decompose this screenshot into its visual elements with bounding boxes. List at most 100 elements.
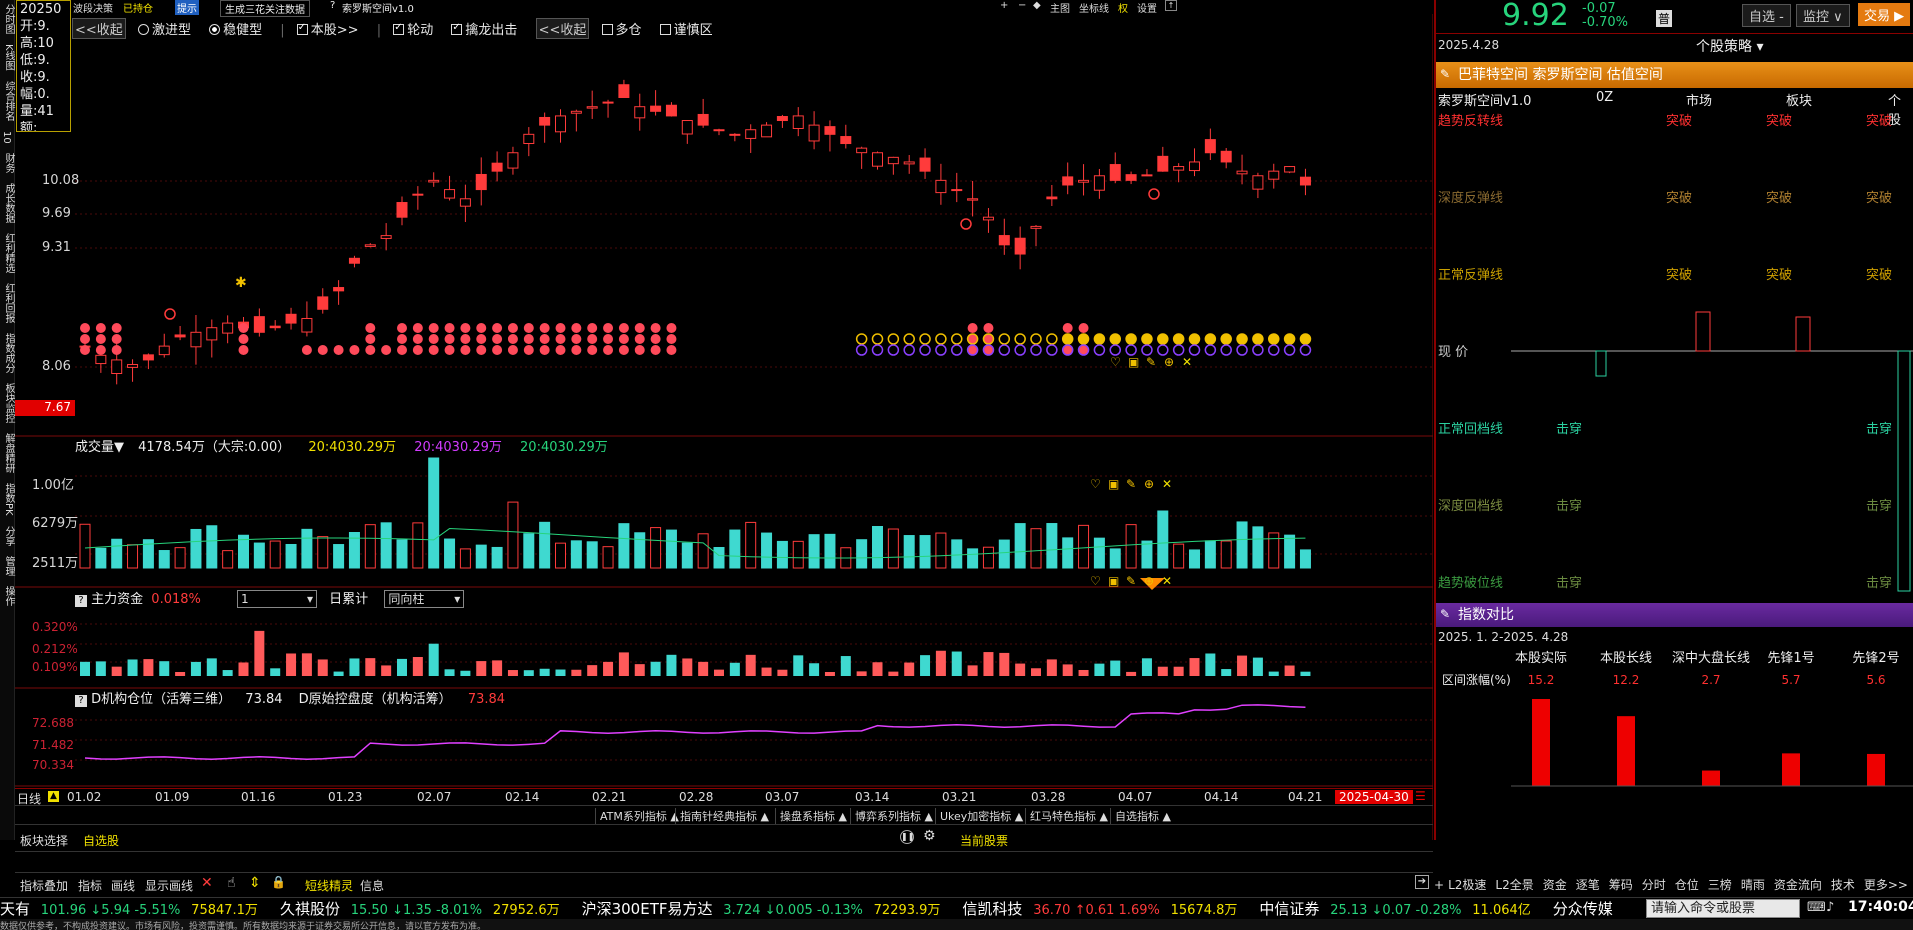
sidebar-item-8[interactable]: 指数成分 <box>1 333 16 373</box>
hand-icon[interactable]: ☝ <box>227 875 236 891</box>
rights-button[interactable]: 权 <box>1118 0 1128 15</box>
sidebar-item-2[interactable]: 综合排名 <box>1 81 16 121</box>
ticker-item[interactable]: 久祺股份 15.50 ↓1.35 -8.01% 27952.6万 <box>280 900 566 918</box>
indicator-tab[interactable]: Ukey加密指标 ▲ <box>935 808 1023 824</box>
monitor-button[interactable]: 监控 ∨ <box>1796 4 1850 27</box>
delete-icon[interactable]: ✕ <box>201 875 213 891</box>
strategy-cell: 突破 <box>1666 113 1692 129</box>
indicator-tab[interactable]: 自选指标 ▲ <box>1110 808 1171 824</box>
minus-icon[interactable]: − <box>1018 0 1026 11</box>
strategy-bar <box>1897 350 1911 592</box>
command-input[interactable]: 请输入命令或股票 <box>1646 899 1800 918</box>
ticker-item[interactable]: 天有 101.96 ↓5.94 -5.51% 75847.1万 <box>0 900 264 918</box>
sidebar-item-12[interactable]: 分享 <box>1 526 16 546</box>
sidebar-item-3[interactable]: 10 <box>1 131 12 144</box>
maximize-icon[interactable]: ↑ <box>1165 0 1177 11</box>
l2-tab[interactable]: 仓位 <box>1675 878 1699 892</box>
sound-icon[interactable]: ♪ <box>1826 900 1834 915</box>
coord-line-button[interactable]: 坐标线 <box>1079 0 1109 15</box>
ticker-item[interactable]: 信凯科技 36.70 ↑0.61 1.69% 15674.8万 <box>962 900 1243 918</box>
l2-tab[interactable]: 技术 <box>1831 878 1855 892</box>
l2-tab[interactable]: 更多>> <box>1864 878 1908 892</box>
sidebar-item-1[interactable]: K线图 <box>1 44 16 71</box>
help-icon[interactable]: ? <box>75 695 87 707</box>
signal-dot <box>634 323 645 333</box>
sidebar-item-9[interactable]: 板块监控 <box>1 383 16 423</box>
sidebar-item-4[interactable]: 财务 <box>1 153 16 173</box>
compare-value: 5.6 <box>1866 673 1885 687</box>
main-chart-button[interactable]: 主图 <box>1050 0 1070 15</box>
l2-tab[interactable]: 三榜 <box>1708 878 1732 892</box>
chart-area[interactable]: ✱ ♡ ▣ ✎ ⊕ ✕ ♡ ▣ ✎ ⊕ ✕ ♡ ▣ ✎ ⊕ ✕ <box>15 14 1433 840</box>
add-icon[interactable]: + <box>1000 0 1008 11</box>
gear-icon[interactable]: ⚙ <box>923 828 936 844</box>
arrow-right-icon[interactable]: ➔ <box>1415 875 1429 889</box>
indicator-overlay-button[interactable]: 指标叠加 <box>20 877 68 894</box>
help-icon[interactable]: ? <box>75 595 87 607</box>
edit-icon[interactable]: ✎ <box>1440 67 1450 81</box>
l2-tab[interactable]: 分时 <box>1642 878 1666 892</box>
ticker-item[interactable]: 中信证券 25.13 ↓0.07 -0.28% 11.064亿 <box>1259 900 1536 918</box>
indicator-tab[interactable]: 操盘系指标 ▲ <box>775 808 847 824</box>
indicator-button[interactable]: 指标 <box>78 877 102 894</box>
sidebar-item-7[interactable]: 红利回报 <box>1 283 16 323</box>
signal-dot <box>650 334 661 344</box>
add-watchlist-button[interactable]: 自选 - <box>1742 4 1791 27</box>
block-select-label[interactable]: 板块选择 <box>20 832 68 849</box>
indicator-tab[interactable]: ATM系列指标 ▲ <box>595 808 679 824</box>
hint-badge[interactable]: 提示 <box>175 0 199 15</box>
short-line-elf-tab[interactable]: 短线精灵 <box>305 877 353 894</box>
capital-style-select[interactable]: 同向柱 <box>384 590 465 608</box>
plus-icon[interactable]: + <box>1434 878 1444 892</box>
l2-tab[interactable]: 逐笔 <box>1576 878 1600 892</box>
info-tab[interactable]: 信息 <box>360 877 384 894</box>
signal-dot <box>967 323 978 333</box>
sidebar-item-6[interactable]: 红利精选 <box>1 233 16 273</box>
ticker-item[interactable]: 分众传媒 <box>1553 900 1631 918</box>
settings-button[interactable]: 设置 <box>1137 0 1157 15</box>
draw-line-button[interactable]: 画线 <box>111 877 135 894</box>
edit-icon[interactable]: ✎ <box>1440 607 1450 621</box>
pause-icon[interactable]: ❚❚ <box>900 830 914 844</box>
panel1-title[interactable]: 巴菲特空间 索罗斯空间 估值空间 <box>1458 67 1663 83</box>
l2-tab[interactable]: 资金流向 <box>1774 878 1822 892</box>
keyboard-icon[interactable]: ⌨ <box>1807 900 1826 915</box>
l2-tab[interactable]: L2全景 <box>1495 878 1533 892</box>
capital-period-select[interactable]: 1 <box>237 590 318 608</box>
ticker-item[interactable]: 沪深300ETF易方达 3.724 ↓0.005 -0.13% 72293.9万 <box>582 900 947 918</box>
capital-bar <box>1300 671 1311 676</box>
volume-title[interactable]: 成交量▼ <box>75 440 124 455</box>
sidebar-item-5[interactable]: 成长数据 <box>1 183 16 223</box>
compare-header: 先锋2号 <box>1852 651 1899 666</box>
signal-dot <box>1014 344 1026 356</box>
sidebar-item-11[interactable]: 指数PK <box>1 483 16 516</box>
indicator-tab[interactable]: 博弈系列指标 ▲ <box>850 808 933 824</box>
trade-button[interactable]: 交易 ▶ <box>1858 3 1911 26</box>
updown-icon[interactable]: ⇕ <box>249 875 261 891</box>
signal-dot <box>998 333 1011 345</box>
candle <box>681 120 693 135</box>
period-up-icon[interactable]: ▲ <box>48 791 59 802</box>
sidebar-item-0[interactable]: 分时图 <box>1 4 16 34</box>
show-lines-button[interactable]: 显示画线 <box>145 877 193 894</box>
lock-icon[interactable]: 🔒 <box>271 875 286 889</box>
indicator-tab[interactable]: 红马特色指标 ▲ <box>1025 808 1108 824</box>
l2-tab[interactable]: 筹码 <box>1609 878 1633 892</box>
candle <box>95 354 107 365</box>
l2-tab[interactable]: L2极速 <box>1448 878 1486 892</box>
tab-soros-space[interactable]: 索罗斯空间v1.0 <box>342 0 414 15</box>
menu-icon[interactable]: ☰ <box>1415 789 1426 803</box>
panel2-title[interactable]: 指数对比 <box>1458 607 1514 623</box>
indicator-tab[interactable]: 指南针经典指标 ▲ <box>675 808 769 824</box>
watchlist-tab[interactable]: 自选股 <box>83 832 119 849</box>
sidebar-item-10[interactable]: 解盘精研 <box>1 433 16 473</box>
current-stock-tab[interactable]: 当前股票 <box>960 832 1008 849</box>
help-icon[interactable]: ? <box>330 0 335 11</box>
capital-bar <box>872 662 883 676</box>
sidebar-item-13[interactable]: 管理 <box>1 556 16 576</box>
l2-tab[interactable]: 资金 <box>1543 878 1567 892</box>
diamond-icon[interactable]: ◆ <box>1033 0 1041 11</box>
sidebar-item-14[interactable]: 操作 <box>1 586 16 606</box>
l2-tab[interactable]: 晴雨 <box>1741 878 1765 892</box>
strategy-dropdown[interactable]: 个股策略 ▾ <box>1696 36 1763 56</box>
